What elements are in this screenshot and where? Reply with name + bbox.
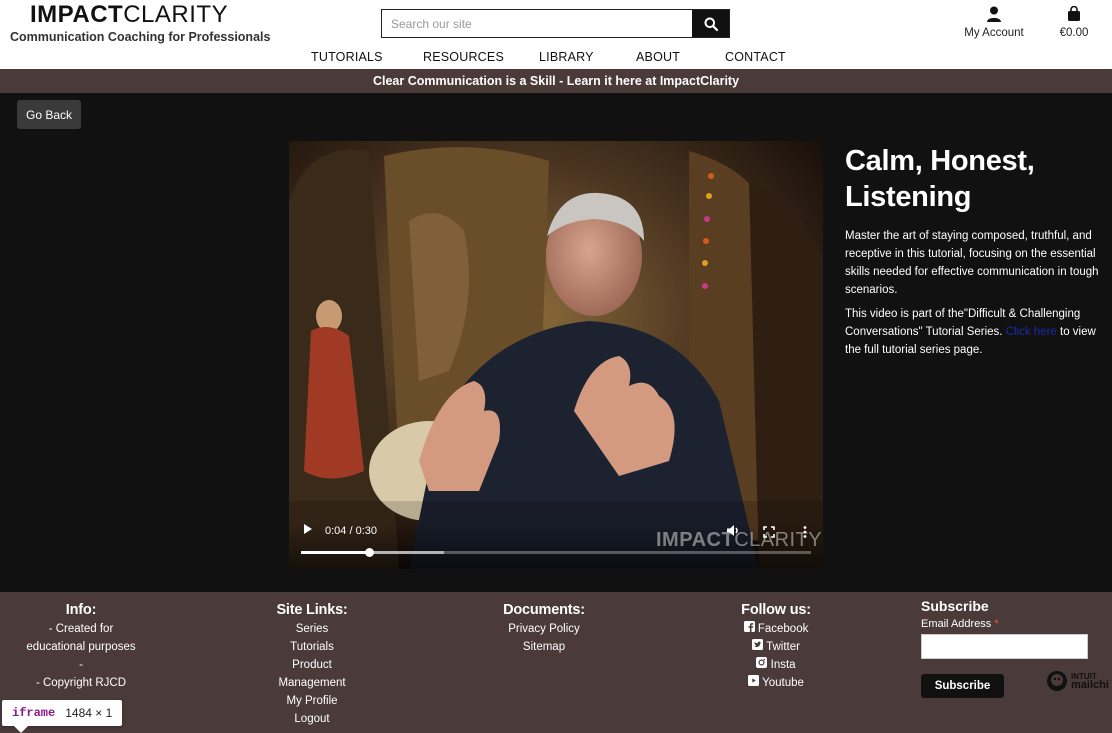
footer-info-line: - [79, 659, 83, 671]
twitter-icon [752, 639, 764, 650]
shopping-bag-icon [1052, 5, 1096, 24]
footer-site-links: Site Links: Series Tutorials Product Man… [262, 601, 362, 728]
logo-tagline: Communication Coaching for Professionals [10, 30, 271, 44]
footer-link-insta[interactable]: Insta [726, 656, 826, 674]
mailchimp-badge[interactable]: INTUIT mailchi [1046, 670, 1109, 692]
footer-link-sitemap[interactable]: Sitemap [494, 638, 594, 656]
footer-info-line: educational purposes [26, 641, 136, 653]
facebook-icon [743, 621, 755, 632]
search-form [381, 9, 730, 38]
volume-icon[interactable] [726, 524, 740, 542]
footer-link-product[interactable]: Product [262, 656, 362, 674]
my-account-link[interactable]: My Account [958, 6, 1030, 39]
main-nav: TUTORIALS RESOURCES LIBRARY ABOUT CONTAC… [296, 50, 810, 64]
email-field[interactable] [921, 634, 1088, 659]
video-time: 0:04 / 0:30 [325, 525, 377, 537]
site-logo[interactable]: IMPACTCLARITY Communication Coaching for… [10, 1, 271, 45]
footer-link-tutorials[interactable]: Tutorials [262, 638, 362, 656]
footer-follow-title: Follow us: [741, 602, 811, 618]
required-mark: * [994, 618, 999, 630]
footer-info-line: - Created for [48, 623, 114, 635]
nav-tutorials[interactable]: TUTORIALS [296, 50, 408, 64]
more-options-icon[interactable] [803, 525, 807, 543]
footer-link-series[interactable]: Series [262, 620, 362, 638]
footer-link-facebook[interactable]: Facebook [726, 620, 826, 638]
series-note: This video is part of the"Difficult & Ch… [845, 308, 1096, 356]
play-icon[interactable] [303, 522, 313, 540]
tutorial-title: Calm, Honest, Listening [845, 145, 1035, 213]
cart-total: €0.00 [1059, 27, 1089, 39]
footer-link-logout[interactable]: Logout [262, 710, 362, 728]
search-input[interactable] [382, 10, 692, 37]
mailchimp-icon [1047, 671, 1067, 691]
footer-link-twitter[interactable]: Twitter [726, 638, 826, 656]
inspector-size: 1484 × 1 [65, 706, 113, 720]
tutorial-description: Master the art of staying composed, trut… [845, 230, 1099, 296]
footer-link-my-profile[interactable]: My Profile [262, 692, 362, 710]
search-button[interactable] [692, 10, 729, 37]
subscribe-form: Subscribe Email Address * Subscribe [921, 598, 1101, 698]
footer-site-links-title: Site Links: [276, 602, 348, 618]
user-icon [958, 6, 1030, 24]
email-label: Email Address * [921, 618, 999, 630]
footer-info-title: Info: [65, 602, 97, 618]
my-account-label: My Account [964, 27, 1024, 39]
cart-link[interactable]: €0.00 [1052, 5, 1096, 39]
nav-contact[interactable]: CONTACT [710, 50, 810, 64]
site-header: IMPACTCLARITY Communication Coaching for… [0, 0, 1112, 69]
inspector-tag: iframe [12, 706, 56, 720]
series-link[interactable]: Click here [1006, 326, 1057, 338]
nav-resources[interactable]: RESOURCES [408, 50, 524, 64]
nav-library[interactable]: LIBRARY [524, 50, 621, 64]
video-seek-bar[interactable] [301, 548, 811, 557]
seek-handle[interactable] [364, 548, 374, 557]
subscribe-title: Subscribe [921, 598, 989, 614]
promo-banner: Clear Communication is a Skill - Learn i… [0, 69, 1112, 93]
footer-link-youtube[interactable]: Youtube [726, 674, 826, 692]
footer-link-privacy-policy[interactable]: Privacy Policy [494, 620, 594, 638]
inspector-tooltip: iframe 1484 × 1 [2, 700, 123, 733]
nav-about[interactable]: ABOUT [621, 50, 710, 64]
go-back-button[interactable]: Go Back [17, 100, 81, 129]
footer-documents-title: Documents: [503, 602, 585, 618]
fullscreen-icon[interactable] [763, 525, 775, 543]
footer-follow: Follow us: Facebook Twitter Insta Youtub… [726, 601, 826, 692]
logo-wordmark: IMPACTCLARITY [30, 1, 229, 28]
footer-link-management[interactable]: Management [262, 674, 362, 692]
youtube-icon [748, 675, 760, 686]
footer-info: Info: - Created for educational purposes… [18, 601, 144, 692]
instagram-icon [756, 657, 768, 668]
footer-info-line: - Copyright RJCD [35, 677, 127, 689]
site-footer: Info: - Created for educational purposes… [0, 592, 1112, 733]
footer-documents: Documents: Privacy Policy Sitemap [494, 601, 594, 656]
search-icon [704, 17, 718, 31]
video-player[interactable]: IMPACTCLARITY 0:04 / 0:30 [289, 141, 823, 569]
video-frame [289, 141, 823, 569]
subscribe-button[interactable]: Subscribe [921, 674, 1004, 698]
tutorial-info: Calm, Honest, Listening Master the art o… [845, 143, 1105, 365]
progress-fill [301, 551, 369, 554]
